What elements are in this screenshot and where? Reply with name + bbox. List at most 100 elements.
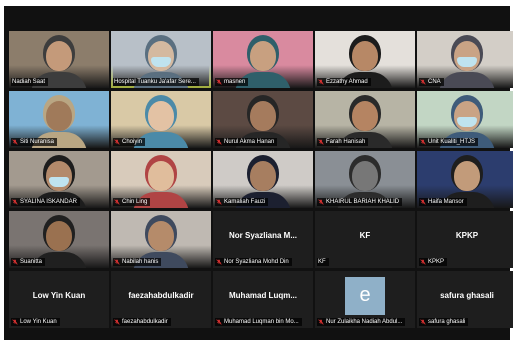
participant-tile[interactable]: safura ghasali safura ghasali [417,271,513,328]
participant-tile[interactable]: Low Yin Kuan Low Yin Kuan [9,271,109,328]
participant-name: Chin Ling [122,199,148,205]
participant-name: Nadiah Saat [12,79,46,85]
participant-tile[interactable]: Nadiah Saat [9,31,109,88]
person-head [148,101,174,131]
participant-name: Choiyin [122,139,143,145]
muted-mic-icon [12,259,18,265]
participant-name: Low Yin Kuan [20,319,57,325]
gallery-grid: Nadiah Saat Hospital Tuanku Ja'afar Sere.… [9,31,513,328]
person-body [439,72,495,88]
muted-mic-icon [318,319,324,325]
name-label: Low Yin Kuan [11,318,60,326]
muted-mic-icon [420,79,426,85]
participant-tile[interactable]: Farah Hanisah [315,91,415,148]
name-label: KPKP [419,258,448,266]
name-label: KHAIRUL BARIAH KHALID [317,198,403,206]
participant-name: Nurul Akma Hanan [224,139,275,145]
name-label: CNA [419,78,444,86]
person-head [250,41,276,71]
person-head [46,101,72,131]
participant-tile[interactable]: SYALINA ISKANDAR [9,151,109,208]
participant-name: Kamaliah Fauzi [224,199,266,205]
participant-tile[interactable]: KPKP KPKP [417,211,513,268]
participant-tile[interactable]: Choiyin [111,91,211,148]
muted-mic-icon [420,319,426,325]
participant-name: Siti Nuranisa [20,139,55,145]
name-label: Siti Nuranisa [11,138,58,146]
participant-name: Farah Hanisah [326,139,366,145]
name-label: masnen [215,78,249,86]
face-mask [49,177,69,187]
profile-avatar: e [345,277,385,315]
participant-name: masnen [224,79,246,85]
name-label: Ezzathy Ahmad [317,78,371,86]
name-label: Nabilah hanis [113,258,162,266]
name-label: KF [317,258,329,266]
name-label: Chin Ling [113,198,151,206]
muted-mic-icon [114,259,120,265]
muted-mic-icon [216,319,222,325]
participant-display-name: Low Yin Kuan [32,291,86,300]
participant-display-name: KPKP [455,231,479,240]
person-head [148,221,174,251]
participant-tile[interactable]: masnen [213,31,313,88]
participant-display-name: Nor Syazliana M... [228,231,298,240]
muted-mic-icon [420,199,426,205]
participant-tile[interactable]: Chin Ling [111,151,211,208]
person-head [352,41,378,71]
name-label: SYALINA ISKANDAR [11,198,80,206]
participant-tile[interactable]: Muhamad Luqm... Muhamad Luqman bin Mo... [213,271,313,328]
face-mask [457,57,477,67]
participant-tile[interactable]: Unit Kualiti_HTJS [417,91,513,148]
participant-tile[interactable]: Haifa Mansor [417,151,513,208]
name-label: Nor Syazliana Mohd Din [215,258,292,266]
muted-mic-icon [12,199,18,205]
participant-tile[interactable]: faezahabdulkadir faezahabdulkadir [111,271,211,328]
participant-name: Unit Kualiti_HTJS [428,139,476,145]
muted-mic-icon [318,79,324,85]
name-label: Hospital Tuanku Ja'afar Sere... [113,78,199,86]
muted-mic-icon [420,259,426,265]
participant-tile[interactable]: Nurul Akma Hanan [213,91,313,148]
name-label: Haifa Mansor [419,198,467,206]
participant-tile[interactable]: KHAIRUL BARIAH KHALID [315,151,415,208]
participant-tile[interactable]: Hospital Tuanku Ja'afar Sere... [111,31,211,88]
participant-display-name: Muhamad Luqm... [229,291,297,300]
name-label: Farah Hanisah [317,138,369,146]
muted-mic-icon [114,319,120,325]
name-label: Nadiah Saat [11,78,49,86]
meeting-window: Nadiah Saat Hospital Tuanku Ja'afar Sere.… [4,6,513,340]
muted-mic-icon [318,199,324,205]
participant-name: SYALINA ISKANDAR [20,199,77,205]
person-head [352,101,378,131]
participant-tile[interactable]: CNA [417,31,513,88]
muted-mic-icon [216,259,222,265]
name-label: Unit Kualiti_HTJS [419,138,479,146]
participant-tile[interactable]: Nor Syazliana M... Nor Syazliana Mohd Din [213,211,313,268]
participant-name: Ezzathy Ahmad [326,79,368,85]
face-mask [151,57,171,67]
muted-mic-icon [420,139,426,145]
participant-tile[interactable]: Siti Nuranisa [9,91,109,148]
participant-tile[interactable]: e Nur Zulaikha Nadiah Abdul... [315,271,415,328]
person-head [454,161,480,191]
name-label: faezahabdulkadir [113,318,171,326]
participant-tile[interactable]: Ezzathy Ahmad [315,31,415,88]
muted-mic-icon [216,199,222,205]
person-head [250,161,276,191]
face-mask [457,117,477,127]
participant-tile[interactable]: Kamaliah Fauzi [213,151,313,208]
muted-mic-icon [12,319,18,325]
name-label: Muhamad Luqman bin Mo... [215,318,302,326]
participant-tile[interactable]: Nabilah hanis [111,211,211,268]
muted-mic-icon [216,139,222,145]
person-head [250,101,276,131]
person-head [46,41,72,71]
participant-name: Nur Zulaikha Nadiah Abdul... [326,319,403,325]
participant-tile[interactable]: KF KF [315,211,415,268]
participant-display-name: safura ghasali [440,291,494,300]
person-head [148,161,174,191]
participant-tile[interactable]: Suanitta [9,211,109,268]
participant-name: CNA [428,79,441,85]
name-label: safura ghasali [419,318,469,326]
